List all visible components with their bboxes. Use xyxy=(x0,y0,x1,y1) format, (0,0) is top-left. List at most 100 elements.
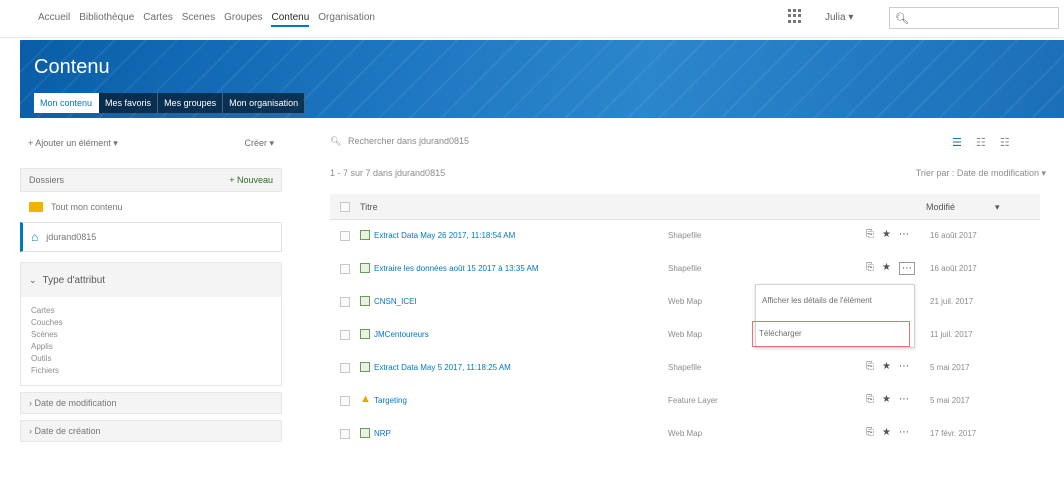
row-actions: ⎘ ★ ⋯ xyxy=(866,394,909,405)
tab-mon-contenu[interactable]: Mon contenu xyxy=(34,93,100,113)
favorite-star-icon[interactable]: ★ xyxy=(882,427,891,438)
favorite-star-icon[interactable]: ★ xyxy=(882,394,891,405)
favorite-star-icon[interactable]: ★ xyxy=(882,262,891,275)
item-modified-date: 17 févr. 2017 xyxy=(930,429,977,438)
search-icon: 🔍︎ xyxy=(330,136,342,146)
item-title[interactable]: Extraire les données août 15 2017 à 13:3… xyxy=(374,264,539,273)
nav-link-scenes[interactable]: Scenes xyxy=(182,12,215,27)
share-icon[interactable]: ⎘ xyxy=(866,394,874,405)
row-checkbox[interactable] xyxy=(340,231,350,241)
row-checkbox[interactable] xyxy=(340,297,350,307)
tab-mes-favoris[interactable]: Mes favoris xyxy=(99,93,159,113)
user-menu[interactable]: Julia ▾ xyxy=(825,12,853,23)
add-item-button[interactable]: + Ajouter un élément ▾ xyxy=(28,138,118,149)
content-search-input[interactable]: 🔍︎ Rechercher dans jdurand0815 xyxy=(330,136,920,156)
table-row[interactable]: Extraire les données août 15 2017 à 13:3… xyxy=(330,253,1040,286)
filter-option[interactable]: Couches xyxy=(31,317,271,329)
item-modified-date: 5 mai 2017 xyxy=(930,363,970,372)
list-view-icon[interactable]: ☷ xyxy=(976,136,986,149)
nav-link-contenu[interactable]: Contenu xyxy=(271,12,310,27)
filter-option[interactable]: Outils xyxy=(31,353,271,365)
item-type: Shapefile xyxy=(668,363,702,372)
item-type-icon xyxy=(360,362,370,372)
folder-all-content[interactable]: Tout mon contenu xyxy=(20,192,282,222)
table-row[interactable]: ▲ Targeting Feature Layer ⎘ ★ ⋯ 5 mai 2017 xyxy=(330,385,1040,418)
global-search-input[interactable]: 🔍︎ xyxy=(889,7,1059,29)
nav-link-bibliotheque[interactable]: Bibliothèque xyxy=(79,12,134,27)
menu-item-view-details[interactable]: Afficher les détails de l'élément xyxy=(756,289,914,313)
more-options-icon[interactable]: ⋯ xyxy=(899,229,909,240)
filter-option[interactable]: Cartes xyxy=(31,305,271,317)
filter-option[interactable]: Scènes xyxy=(31,329,271,341)
item-type-icon xyxy=(360,296,370,306)
select-all-checkbox[interactable] xyxy=(340,202,350,212)
item-type-icon xyxy=(360,230,370,240)
item-modified-date: 11 juil. 2017 xyxy=(930,330,973,339)
share-icon[interactable]: ⎘ xyxy=(866,229,874,240)
column-title[interactable]: Titre xyxy=(360,202,378,212)
nav-links: Accueil Bibliothèque Cartes Scenes Group… xyxy=(38,12,375,27)
content-banner: Contenu Mon contenu Mes favoris Mes grou… xyxy=(20,40,1064,118)
item-title[interactable]: NRP xyxy=(374,429,391,438)
item-type: Web Map xyxy=(668,330,703,339)
grid-view-icon[interactable]: ☷ xyxy=(1000,136,1010,149)
row-checkbox[interactable] xyxy=(340,264,350,274)
item-type: Shapefile xyxy=(668,231,702,240)
item-modified-date: 16 août 2017 xyxy=(930,264,977,273)
more-options-icon[interactable]: ⋯ xyxy=(899,394,909,405)
item-type: Web Map xyxy=(668,297,703,306)
item-type: Web Map xyxy=(668,429,703,438)
share-icon[interactable]: ⎘ xyxy=(866,427,874,438)
new-folder-button[interactable]: + Nouveau xyxy=(229,175,273,185)
folder-icon xyxy=(29,202,43,212)
item-title[interactable]: Extract Data May 26 2017, 11:18:54 AM xyxy=(374,231,515,240)
tab-mes-groupes[interactable]: Mes groupes xyxy=(158,93,224,113)
item-title[interactable]: Extract Data May 5 2017, 11:18:25 AM xyxy=(374,363,511,372)
filter-option[interactable]: Applis xyxy=(31,341,271,353)
nav-link-groupes[interactable]: Groupes xyxy=(224,12,262,27)
table-row[interactable]: Extract Data May 5 2017, 11:18:25 AM Shap… xyxy=(330,352,1040,385)
table-row[interactable]: NRP Web Map ⎘ ★ ⋯ 17 févr. 2017 xyxy=(330,418,1040,451)
row-checkbox[interactable] xyxy=(340,330,350,340)
share-icon[interactable]: ⎘ xyxy=(866,361,874,372)
favorite-star-icon[interactable]: ★ xyxy=(882,361,891,372)
table-row[interactable]: CNSN_ICEI Web Map 21 juil. 2017 xyxy=(330,286,1040,319)
row-checkbox[interactable] xyxy=(340,396,350,406)
filter-date-created[interactable]: › Date de création xyxy=(20,420,282,442)
filter-item-type: ⌄ Type d'attribut Cartes Couches Scènes … xyxy=(20,262,282,386)
content-table: Titre Modifié ▾ Extract Data May 26 2017,… xyxy=(330,194,1040,451)
sort-dropdown[interactable]: Trier par : Date de modification ▾ xyxy=(916,168,1046,179)
item-title[interactable]: CNSN_ICEI xyxy=(374,297,417,306)
filter-header[interactable]: ⌄ Type d'attribut xyxy=(21,263,281,297)
nav-link-accueil[interactable]: Accueil xyxy=(38,12,70,27)
filter-title: Type d'attribut xyxy=(42,274,106,286)
folder-home[interactable]: ⌂ jdurand0815 xyxy=(20,222,282,252)
row-checkbox[interactable] xyxy=(340,363,350,373)
result-count: 1 - 7 sur 7 dans jdurand0815 xyxy=(330,168,446,178)
create-button[interactable]: Créer ▾ xyxy=(244,138,274,149)
nav-link-cartes[interactable]: Cartes xyxy=(143,12,172,27)
column-modified[interactable]: Modifié ▾ xyxy=(926,202,1000,213)
share-icon[interactable]: ⎘ xyxy=(866,262,874,275)
app-launcher-icon[interactable] xyxy=(788,9,802,23)
item-modified-date: 21 juil. 2017 xyxy=(930,297,974,306)
more-options-icon[interactable]: ⋯ xyxy=(899,427,909,438)
item-title[interactable]: Targeting xyxy=(374,396,407,405)
nav-link-organisation[interactable]: Organisation xyxy=(318,12,375,27)
item-title[interactable]: JMCentoureurs xyxy=(374,330,429,339)
tab-mon-organisation[interactable]: Mon organisation xyxy=(223,93,306,113)
more-options-icon[interactable]: ⋯ xyxy=(898,262,915,275)
search-icon: 🔍︎ xyxy=(895,13,909,25)
top-navigation: Accueil Bibliothèque Cartes Scenes Group… xyxy=(0,0,1064,38)
filter-option[interactable]: Fichiers xyxy=(31,365,271,377)
table-row[interactable]: Extract Data May 26 2017, 11:18:54 AM Sha… xyxy=(330,220,1040,253)
more-options-icon[interactable]: ⋯ xyxy=(899,361,909,372)
table-view-icon[interactable]: ☰ xyxy=(952,136,962,149)
menu-item-download[interactable]: Télécharger xyxy=(752,321,910,347)
table-header: Titre Modifié ▾ xyxy=(330,194,1040,220)
table-row[interactable]: JMCentoureurs Web Map 11 juil. 2017 xyxy=(330,319,1040,352)
row-checkbox[interactable] xyxy=(340,429,350,439)
favorite-star-icon[interactable]: ★ xyxy=(882,229,891,240)
filter-date-modified[interactable]: › Date de modification xyxy=(20,392,282,414)
folder-label: Tout mon contenu xyxy=(51,202,123,212)
